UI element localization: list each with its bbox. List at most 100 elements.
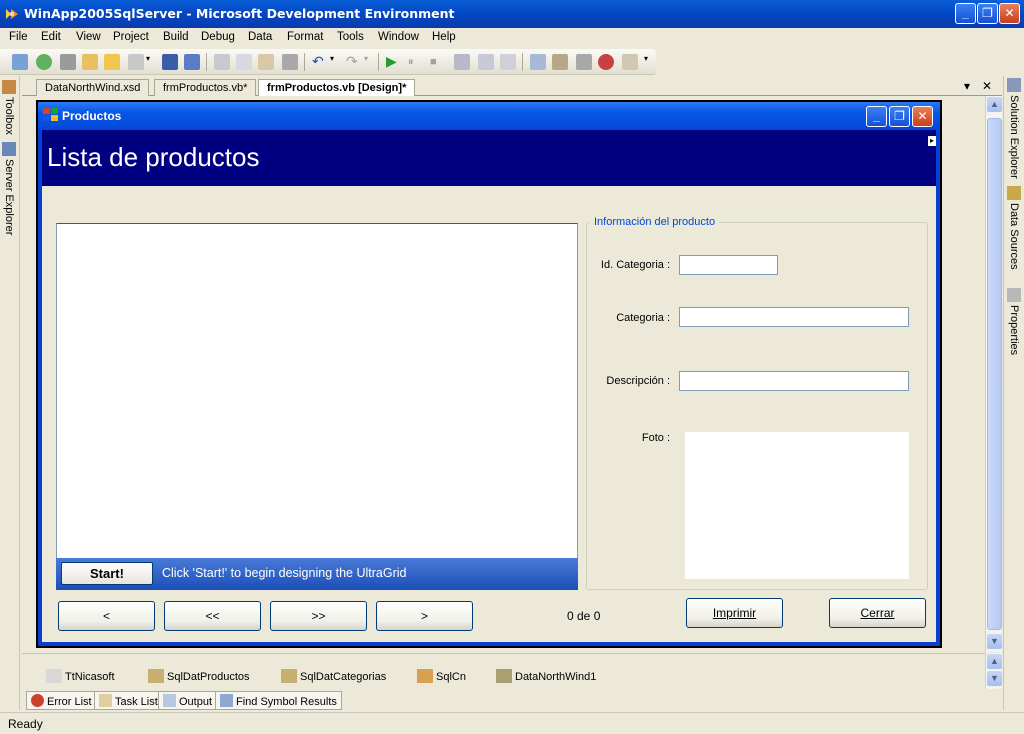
delete-icon[interactable] [282, 54, 298, 70]
menu-file[interactable]: File [9, 31, 28, 43]
scroll-up-icon[interactable]: ▲ [987, 97, 1002, 112]
tab-find-symbol-results[interactable]: Find Symbol Results [215, 691, 342, 710]
redo-icon[interactable]: ↷ [346, 54, 362, 70]
tool-tab-label: Error List [47, 696, 92, 708]
menu-debug[interactable]: Debug [201, 31, 235, 43]
find-symbol-icon [220, 694, 233, 707]
tray-item-ttnicasoft[interactable]: TtNicasoft [46, 669, 115, 683]
tool-tab-label: Output [179, 696, 213, 708]
close-window-button[interactable]: ✕ [999, 3, 1020, 24]
menu-build[interactable]: Build [163, 31, 189, 43]
menu-format[interactable]: Format [287, 31, 323, 43]
server-explorer-tab[interactable]: Server Explorer [2, 142, 16, 235]
tab-frmproductos-design[interactable]: frmProductos.vb [Design]* [258, 79, 416, 97]
id-categoria-field[interactable] [679, 255, 778, 275]
redo-dropdown-icon[interactable]: ▾ [364, 54, 372, 70]
undo-dropdown-icon[interactable]: ▾ [330, 54, 338, 70]
tray-vertical-scrollbar[interactable]: ▲ ▼ [985, 653, 1002, 689]
tab-datanorthwind-xsd[interactable]: DataNorthWind.xsd [36, 79, 150, 96]
new-project-icon[interactable] [12, 54, 28, 70]
designer-vertical-scrollbar[interactable]: ▲ ▼ [985, 96, 1002, 652]
solution-explorer-tab[interactable]: Solution Explorer [1007, 78, 1021, 179]
start-button[interactable]: Start! [61, 562, 153, 585]
toolbox-tab[interactable]: Toolbox [2, 80, 16, 135]
main-title-bar[interactable]: WinApp2005SqlServer - Microsoft Developm… [0, 0, 1024, 28]
descripcion-field[interactable] [679, 371, 909, 391]
scroll-down-icon[interactable]: ▼ [987, 634, 1002, 649]
menu-tools[interactable]: Tools [337, 31, 364, 43]
pause-icon[interactable]: ⏸ [408, 54, 424, 70]
tab-error-list[interactable]: Error List [26, 691, 97, 710]
toolbar-separator [304, 53, 305, 71]
tab-frmproductos-vb[interactable]: frmProductos.vb* [154, 79, 257, 96]
paste-icon[interactable] [258, 54, 274, 70]
form-maximize-button[interactable]: ❐ [889, 106, 910, 127]
step-into-icon[interactable] [454, 54, 470, 70]
imprimir-button[interactable]: Imprimir [686, 598, 783, 628]
other-windows-icon[interactable] [622, 54, 638, 70]
toolbox-icon[interactable] [598, 54, 614, 70]
tray-item-datanorthwind1[interactable]: DataNorthWind1 [496, 669, 596, 683]
ultragrid-products[interactable] [56, 223, 578, 590]
form-icon [43, 108, 58, 121]
first-button[interactable]: << [164, 601, 261, 631]
header-panel[interactable]: Lista de productos ▸ [42, 130, 936, 186]
categoria-label: Categoria : [616, 312, 670, 324]
descripcion-label: Descripción : [606, 375, 670, 387]
next-button[interactable]: > [376, 601, 473, 631]
properties-tab[interactable]: Properties [1007, 288, 1021, 355]
add-new-item-icon[interactable] [128, 54, 144, 70]
open-file-icon[interactable] [104, 54, 120, 70]
open-project-icon[interactable] [82, 54, 98, 70]
close-document-icon[interactable]: ✕ [982, 79, 992, 93]
save-icon[interactable] [162, 54, 178, 70]
tray-item-sqlcn[interactable]: SqlCn [417, 669, 466, 683]
copy-icon[interactable] [236, 54, 252, 70]
form-close-button[interactable]: ✕ [912, 106, 933, 127]
menu-view[interactable]: View [76, 31, 101, 43]
task-list-icon [99, 694, 112, 707]
menu-project[interactable]: Project [113, 31, 149, 43]
cerrar-button[interactable]: Cerrar [829, 598, 926, 628]
dropdown-arrow-icon[interactable]: ▾ [146, 54, 154, 70]
stop-icon[interactable]: ■ [430, 54, 446, 70]
tab-task-list[interactable]: Task List [94, 691, 163, 710]
menu-edit[interactable]: Edit [41, 31, 61, 43]
add-item-icon[interactable] [60, 54, 76, 70]
save-all-icon[interactable] [184, 54, 200, 70]
menu-help[interactable]: Help [432, 31, 456, 43]
start-debugging-icon[interactable]: ▶ [386, 54, 402, 70]
data-sources-tab[interactable]: Data Sources [1007, 186, 1021, 270]
minimize-button[interactable]: _ [955, 3, 976, 24]
tray-item-sqldatproductos[interactable]: SqlDatProductos [148, 669, 250, 683]
previous-button[interactable]: < [58, 601, 155, 631]
tray-item-label: TtNicasoft [65, 671, 115, 683]
grid-hint-text: Click 'Start!' to begin designing the Ul… [162, 566, 407, 580]
tab-output[interactable]: Output [158, 691, 218, 710]
restore-button[interactable]: ❐ [977, 3, 998, 24]
solution-explorer-icon[interactable] [552, 54, 568, 70]
scroll-thumb[interactable] [987, 118, 1002, 630]
active-files-dropdown-icon[interactable]: ▾ [964, 79, 970, 93]
cut-icon[interactable] [214, 54, 230, 70]
tray-item-sqldatcategorias[interactable]: SqlDatCategorias [281, 669, 386, 683]
foto-picturebox[interactable] [685, 432, 909, 579]
add-web-site-icon[interactable] [36, 54, 52, 70]
last-button[interactable]: >> [270, 601, 367, 631]
categoria-field[interactable] [679, 307, 909, 327]
find-in-files-icon[interactable] [530, 54, 546, 70]
step-out-icon[interactable] [500, 54, 516, 70]
right-tool-strip: Solution Explorer Data Sources Propertie… [1003, 76, 1024, 710]
menu-window[interactable]: Window [378, 31, 419, 43]
tray-scroll-down-icon[interactable]: ▼ [987, 671, 1002, 686]
productos-form[interactable]: Productos _ ❐ ✕ Lista de productos ▸ Sta… [36, 100, 942, 648]
menu-data[interactable]: Data [248, 31, 272, 43]
properties-window-icon[interactable] [576, 54, 592, 70]
smart-tag-icon[interactable]: ▸ [928, 136, 936, 146]
form-minimize-button[interactable]: _ [866, 106, 887, 127]
properties-tab-label: Properties [1008, 305, 1020, 356]
step-over-icon[interactable] [478, 54, 494, 70]
tray-scroll-up-icon[interactable]: ▲ [987, 654, 1002, 669]
undo-icon[interactable]: ↶ [312, 54, 328, 70]
toolbar-options-icon[interactable]: ▾ [644, 54, 652, 70]
